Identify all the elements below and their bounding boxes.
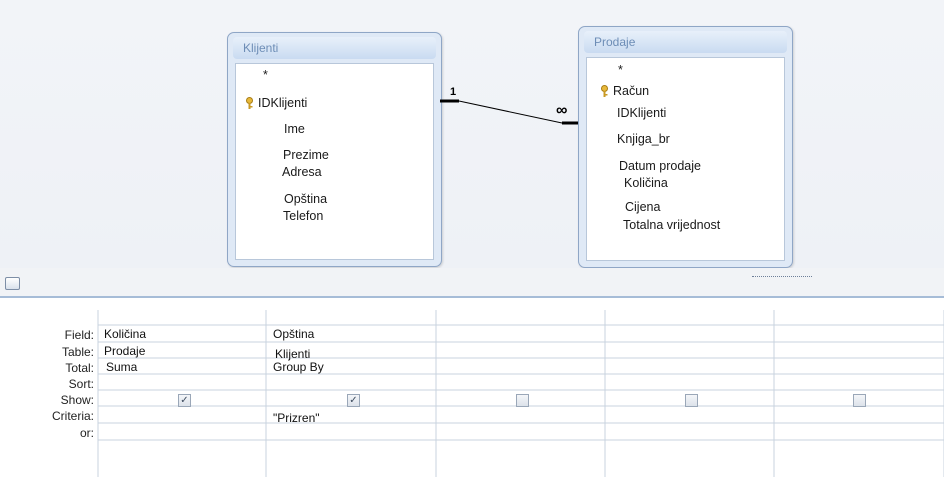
check-icon: ✓ xyxy=(349,395,358,406)
field-datum-prodaje[interactable]: Datum prodaje xyxy=(619,159,701,173)
field-cijena[interactable]: Cijena xyxy=(625,200,660,214)
row-label-total: Total: xyxy=(65,361,94,375)
field-adresa[interactable]: Adresa xyxy=(282,165,322,179)
pane-toggle-icon[interactable] xyxy=(5,277,20,290)
pane-splitter[interactable] xyxy=(0,268,944,298)
field-totalna-vrijednost[interactable]: Totalna vrijednost xyxy=(623,218,720,232)
row-label-table: Table: xyxy=(61,345,94,359)
check-icon: ✓ xyxy=(180,395,189,406)
row-label-show: Show: xyxy=(60,393,94,407)
grid-cell-total[interactable]: Suma xyxy=(106,360,137,374)
show-checkbox[interactable]: ✓ xyxy=(347,394,360,407)
table-klijenti-field-list: * IDKlijenti Ime Prezime Adresa Opština … xyxy=(235,63,434,260)
field-knjiga-br[interactable]: Knjiga_br xyxy=(617,132,670,146)
row-label-criteria: Criteria: xyxy=(51,409,94,423)
key-icon xyxy=(246,97,253,109)
show-checkbox[interactable]: ✓ xyxy=(178,394,191,407)
key-icon xyxy=(601,85,608,97)
field-kolicina[interactable]: Količina xyxy=(624,176,668,190)
field-all[interactable]: * xyxy=(618,63,623,77)
relationship-one-label: 1 xyxy=(450,86,457,98)
field-telefon[interactable]: Telefon xyxy=(283,209,323,223)
table-prodaje[interactable]: Prodaje * Račun IDKlijenti Knjiga_br Dat… xyxy=(578,26,793,268)
grid-cell-total[interactable]: Group By xyxy=(273,360,324,374)
row-label-field: Field: xyxy=(64,328,94,342)
query-design-grid: Field: Table: Total: Sort: Show: Criteri… xyxy=(0,298,944,477)
relationship-many-label: ∞ xyxy=(556,102,568,119)
field-prezime[interactable]: Prezime xyxy=(283,148,329,162)
show-checkbox[interactable] xyxy=(516,394,529,407)
row-label-or: or: xyxy=(79,426,94,440)
field-idklijenti[interactable]: IDKlijenti xyxy=(258,96,307,110)
splitter-grip[interactable] xyxy=(752,276,812,279)
table-prodaje-title[interactable]: Prodaje xyxy=(584,31,787,53)
show-checkbox[interactable] xyxy=(685,394,698,407)
field-opstina[interactable]: Opština xyxy=(284,192,327,206)
show-checkbox[interactable] xyxy=(853,394,866,407)
field-racun[interactable]: Račun xyxy=(613,84,649,98)
grid-cell-criteria[interactable]: "Prizren" xyxy=(273,411,320,425)
table-klijenti-title[interactable]: Klijenti xyxy=(233,37,436,59)
grid-cell-table[interactable]: Klijenti xyxy=(275,347,310,361)
table-klijenti[interactable]: Klijenti * IDKlijenti Ime Prezime Adresa… xyxy=(227,32,442,267)
grid-cell-field[interactable]: Količina xyxy=(104,327,146,341)
query-design-pane: Klijenti * IDKlijenti Ime Prezime Adresa… xyxy=(0,0,944,268)
field-idklijenti[interactable]: IDKlijenti xyxy=(617,106,666,120)
grid-lines xyxy=(97,310,944,477)
row-label-sort: Sort: xyxy=(68,377,94,391)
grid-cell-field[interactable]: Opština xyxy=(273,327,314,341)
table-prodaje-field-list: * Račun IDKlijenti Knjiga_br Datum proda… xyxy=(586,57,785,261)
field-ime[interactable]: Ime xyxy=(284,122,305,136)
grid-cell-table[interactable]: Prodaje xyxy=(104,344,145,358)
field-all[interactable]: * xyxy=(263,68,268,82)
